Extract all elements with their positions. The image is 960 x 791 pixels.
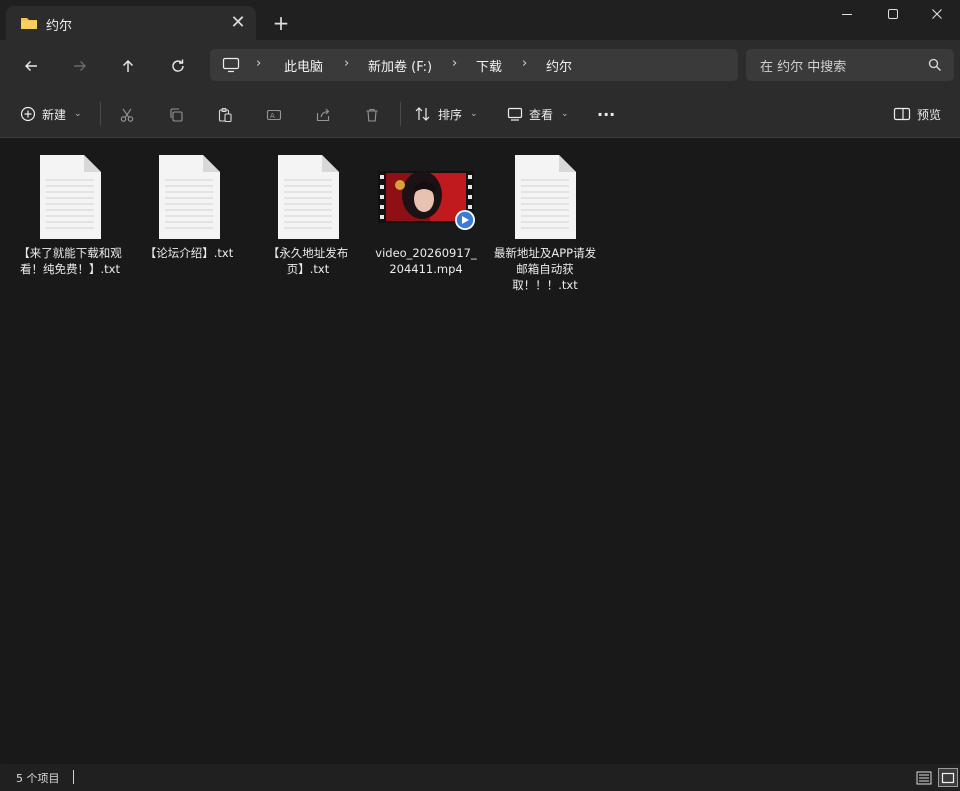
arrow-left-icon — [25, 61, 37, 71]
chevron-right-icon[interactable]: › — [344, 56, 349, 71]
monitor-icon — [507, 107, 523, 121]
details-view-icon — [916, 771, 932, 784]
this-pc-icon[interactable] — [222, 57, 240, 76]
maximize-button[interactable] — [870, 0, 916, 28]
status-bar: 5 个项目 — [0, 764, 960, 791]
preview-pane-button[interactable]: 预览 — [893, 102, 941, 126]
file-item[interactable]: 【来了就能下载和观看！纯免费！】.txt — [16, 151, 124, 277]
file-list-view[interactable]: 【来了就能下载和观看！纯免费！】.txt 【论坛介绍】.txt 【永久地址发布页… — [2, 139, 958, 764]
file-item[interactable]: 【永久地址发布页】.txt — [254, 151, 362, 277]
rename-icon: A — [266, 109, 282, 121]
rename-button[interactable]: A — [264, 105, 284, 125]
breadcrumb-this-pc[interactable]: 此电脑 — [284, 56, 323, 75]
chevron-right-icon[interactable]: › — [256, 56, 261, 71]
toolbar-divider — [400, 102, 401, 126]
copy-icon — [170, 108, 183, 122]
navigation-bar: › 此电脑 › 新加卷 (F:) › 下载 › 约尔 在 约尔 中搜索 — [0, 40, 960, 90]
text-file-icon — [16, 151, 124, 243]
chevron-down-icon: ⌄ — [74, 109, 82, 119]
delete-button[interactable] — [362, 105, 382, 125]
paste-button[interactable] — [215, 105, 235, 125]
command-bar: 新建 ⌄ A 排序 ⌄ 查看 ⌄ ··· 预览 — [0, 90, 960, 138]
tab-close-button[interactable]: ✕ — [228, 13, 248, 33]
back-button[interactable] — [18, 53, 44, 79]
file-name: video_20260917_204411.mp4 — [375, 246, 477, 276]
view-button[interactable]: 查看 ⌄ — [507, 102, 569, 126]
preview-pane-label: 预览 — [917, 107, 942, 122]
status-divider — [73, 770, 74, 784]
preview-pane-icon — [893, 107, 911, 121]
item-count: 5 个项目 — [16, 772, 60, 785]
file-item[interactable]: 最新地址及APP请发邮箱自动获取！！！.txt — [491, 151, 599, 293]
thumbnail-view-icon — [941, 772, 955, 783]
sort-button-label: 排序 — [438, 107, 463, 122]
new-button-label: 新建 — [42, 107, 67, 122]
file-item[interactable]: 【论坛介绍】.txt — [135, 151, 243, 261]
view-button-label: 查看 — [529, 107, 554, 122]
breadcrumb-current-folder[interactable]: 约尔 — [546, 56, 572, 75]
large-icons-view-button[interactable] — [938, 768, 958, 787]
chevron-down-icon: ⌄ — [561, 109, 569, 119]
clipboard-icon — [218, 107, 232, 123]
toolbar-divider — [100, 102, 101, 126]
title-bar: 约尔 ✕ + — [0, 0, 960, 40]
arrow-right-icon — [74, 61, 86, 71]
more-options-button[interactable]: ··· — [597, 102, 615, 126]
file-name: 最新地址及APP请发邮箱自动获取！！！.txt — [493, 246, 597, 292]
plus-circle-icon — [20, 106, 36, 122]
minimize-icon — [842, 14, 852, 15]
arrow-up-icon — [123, 60, 133, 72]
chevron-right-icon[interactable]: › — [452, 56, 457, 71]
file-name: 【永久地址发布页】.txt — [267, 246, 349, 276]
folder-icon — [20, 16, 38, 33]
svg-text:A: A — [270, 112, 275, 120]
chevron-down-icon: ⌄ — [470, 109, 478, 119]
share-button[interactable] — [313, 105, 333, 125]
cut-button[interactable] — [117, 105, 137, 125]
refresh-button[interactable] — [165, 53, 191, 79]
chevron-right-icon[interactable]: › — [522, 56, 527, 71]
media-player-badge-icon — [454, 209, 476, 234]
text-file-icon — [254, 151, 362, 243]
close-icon — [932, 9, 942, 19]
close-window-button[interactable] — [914, 0, 960, 28]
copy-button[interactable] — [166, 105, 186, 125]
sort-button[interactable]: 排序 ⌄ — [414, 102, 478, 126]
forward-button[interactable] — [67, 53, 93, 79]
file-item[interactable]: video_20260917_204411.mp4 — [372, 151, 480, 277]
details-view-button[interactable] — [914, 768, 934, 787]
up-button[interactable] — [115, 53, 141, 79]
text-file-icon — [135, 151, 243, 243]
breadcrumb-drive[interactable]: 新加卷 (F:) — [368, 56, 432, 75]
file-name: 【来了就能下载和观看！纯免费！】.txt — [18, 246, 122, 276]
search-input[interactable]: 在 约尔 中搜索 — [746, 49, 954, 81]
refresh-icon — [172, 59, 184, 72]
trash-icon — [366, 108, 378, 122]
video-thumbnail — [372, 151, 480, 243]
search-placeholder: 在 约尔 中搜索 — [760, 60, 847, 75]
tab-title: 约尔 — [46, 19, 73, 34]
share-icon — [316, 108, 330, 122]
address-bar[interactable]: › 此电脑 › 新加卷 (F:) › 下载 › 约尔 — [210, 49, 738, 81]
search-icon[interactable] — [928, 58, 942, 75]
breadcrumb-downloads[interactable]: 下载 — [476, 56, 502, 75]
text-file-icon — [491, 151, 599, 243]
sort-icon — [415, 107, 430, 121]
tab-current[interactable]: 约尔 ✕ — [6, 6, 256, 40]
file-name: 【论坛介绍】.txt — [144, 246, 234, 260]
scissors-icon — [120, 108, 134, 122]
new-button[interactable]: 新建 ⌄ — [20, 102, 82, 126]
new-tab-button[interactable]: + — [270, 12, 292, 34]
maximize-icon — [888, 9, 898, 19]
minimize-button[interactable] — [824, 0, 870, 28]
